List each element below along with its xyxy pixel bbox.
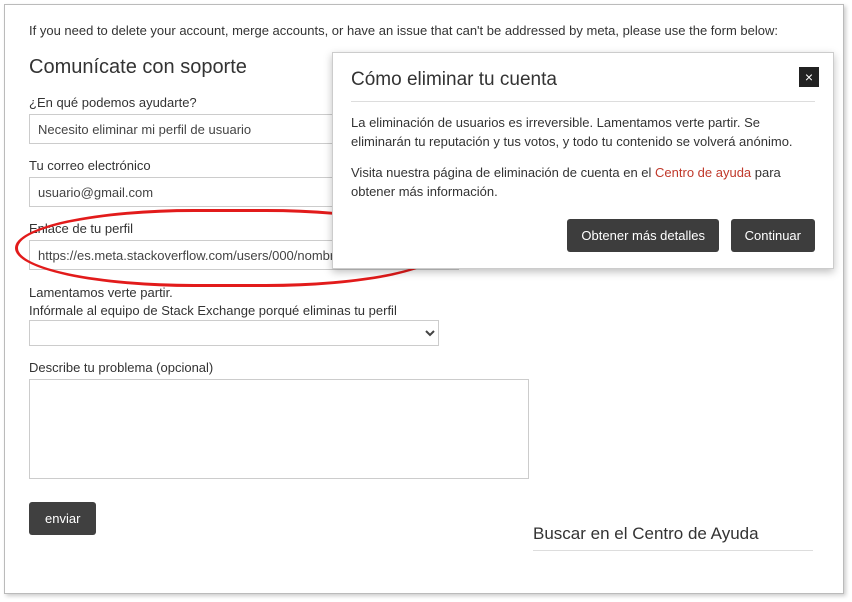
help-center-link[interactable]: Centro de ayuda (655, 165, 751, 180)
reason-label: Lamentamos verte partir. Infórmale al eq… (29, 284, 819, 320)
search-title: Buscar en el Centro de Ayuda (533, 524, 813, 551)
close-button[interactable]: × (799, 67, 819, 87)
describe-label: Describe tu problema (opcional) (29, 360, 819, 375)
dialog-p2a: Visita nuestra página de eliminación de … (351, 165, 655, 180)
help-input[interactable] (29, 114, 359, 144)
reason-line1: Lamentamos verte partir. (29, 285, 173, 300)
continue-button[interactable]: Continuar (731, 219, 815, 252)
details-button[interactable]: Obtener más detalles (567, 219, 719, 252)
dialog-p2: Visita nuestra página de eliminación de … (351, 164, 815, 202)
dialog-p1: La eliminación de usuarios es irreversib… (351, 114, 815, 152)
dialog-title: Cómo eliminar tu cuenta (351, 69, 815, 102)
reason-line2: Infórmale al equipo de Stack Exchange po… (29, 303, 397, 318)
delete-account-dialog: × Cómo eliminar tu cuenta La eliminación… (332, 52, 834, 269)
email-input[interactable] (29, 177, 359, 207)
send-button[interactable]: enviar (29, 502, 96, 535)
intro-text: If you need to delete your account, merg… (29, 23, 819, 38)
reason-select[interactable] (29, 320, 439, 346)
describe-textarea[interactable] (29, 379, 529, 479)
